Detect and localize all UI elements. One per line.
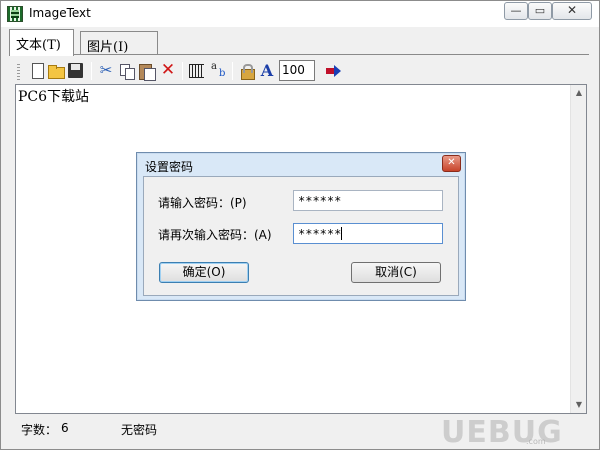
- lock-icon[interactable]: [238, 62, 256, 80]
- confirm-password-label: 请再次输入密码：(A): [158, 228, 272, 242]
- tab-text[interactable]: 文本(T): [9, 29, 74, 56]
- password-label: 请输入密码：(P): [158, 196, 247, 210]
- close-button[interactable]: ✕: [552, 2, 592, 20]
- watermark-domain: .com: [526, 437, 546, 446]
- tab-divider: [9, 54, 589, 55]
- editor-content[interactable]: PC6下载站: [18, 86, 89, 106]
- delete-icon[interactable]: ✕: [159, 62, 177, 80]
- paste-icon[interactable]: [138, 62, 156, 81]
- vertical-scrollbar[interactable]: ▲ ▼: [570, 85, 586, 413]
- dialog-close-button[interactable]: ✕: [442, 155, 461, 172]
- password-field[interactable]: ******: [293, 190, 443, 211]
- grid-icon[interactable]: [189, 64, 204, 78]
- toolbar-separator: [91, 62, 92, 80]
- minimize-button[interactable]: —: [504, 2, 528, 20]
- new-file-icon[interactable]: [29, 62, 47, 80]
- toolbar: ✂ ✕ A 100: [17, 59, 587, 83]
- set-password-dialog: 设置密码 ✕ 请输入密码：(P) ****** 请再次输入密码：(A) ****…: [136, 152, 466, 301]
- cancel-button[interactable]: 取消(C): [351, 262, 441, 283]
- scroll-down-icon[interactable]: ▼: [571, 397, 587, 413]
- cut-icon[interactable]: ✂: [97, 62, 115, 80]
- app-window: ImageText — ▭ ✕ 文本(T) 图片(I) ✂ ✕ A 100 PC…: [0, 0, 600, 450]
- app-icon: [7, 6, 23, 22]
- zoom-input[interactable]: 100: [279, 60, 315, 81]
- open-folder-icon[interactable]: [47, 62, 65, 80]
- toolbar-separator: [182, 62, 183, 80]
- title-bar[interactable]: ImageText — ▭ ✕: [1, 1, 599, 27]
- dialog-body: 请输入密码：(P) ****** 请再次输入密码：(A) ****** 确定(O…: [143, 176, 459, 296]
- char-count-value: 6: [61, 421, 69, 435]
- copy-icon[interactable]: [118, 62, 136, 80]
- toolbar-grip[interactable]: [17, 62, 20, 80]
- password-status: 无密码: [121, 423, 158, 437]
- go-arrow-icon[interactable]: [324, 62, 342, 80]
- confirm-password-value: ******: [298, 227, 342, 241]
- status-bar: 字数： 6 无密码 UEBUG .com: [1, 415, 599, 450]
- save-icon[interactable]: [67, 62, 85, 80]
- password-field-value: ******: [298, 194, 342, 208]
- tab-image[interactable]: 图片(I): [80, 31, 158, 55]
- font-icon[interactable]: A: [258, 62, 276, 80]
- scroll-up-icon[interactable]: ▲: [571, 85, 587, 101]
- dialog-title: 设置密码: [145, 160, 194, 174]
- toolbar-separator: [232, 62, 233, 80]
- window-title: ImageText: [29, 6, 91, 20]
- char-count-label: 字数：: [21, 423, 58, 437]
- confirm-password-field[interactable]: ******: [293, 223, 443, 244]
- maximize-button[interactable]: ▭: [528, 2, 552, 20]
- text-caret: [341, 227, 343, 240]
- replace-icon[interactable]: [210, 61, 228, 80]
- ok-button[interactable]: 确定(O): [159, 262, 249, 283]
